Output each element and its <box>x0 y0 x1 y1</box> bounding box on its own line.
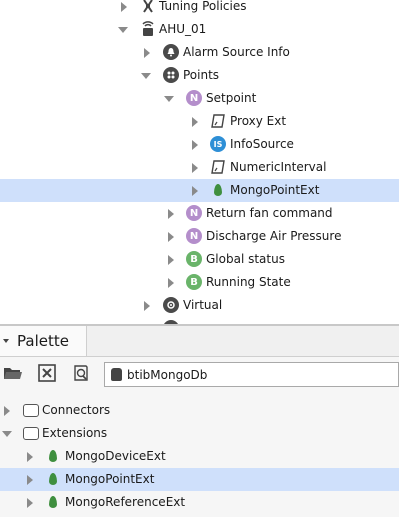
expand-arrow-icon[interactable] <box>144 301 150 311</box>
info-source-icon: IS <box>210 136 226 152</box>
open-folder-icon <box>4 368 22 379</box>
tree-item-return-fan-command[interactable]: N Return fan command <box>0 202 399 225</box>
expand-arrow-icon[interactable] <box>168 255 174 265</box>
tree-item-setpoint[interactable]: N Setpoint <box>0 87 399 110</box>
tree-item-proxy-ext[interactable]: Proxy Ext <box>0 110 399 133</box>
collapse-arrow-icon[interactable] <box>141 73 151 79</box>
expand-arrow-icon[interactable] <box>27 452 33 462</box>
open-palette-button[interactable] <box>3 363 25 385</box>
tree-item-label: Proxy Ext <box>230 114 287 128</box>
refresh-palette-button[interactable] <box>71 363 93 385</box>
palette-tree: Connectors Extensions MongoDeviceExt Mon… <box>0 399 399 517</box>
tree-item-discharge-air-pressure[interactable]: N Discharge Air Pressure <box>0 225 399 248</box>
tree-item-ahu-01[interactable]: AHU_01 <box>0 18 399 41</box>
tree-item-label: Virtual <box>183 298 223 312</box>
tree-item-label: Tuning Policies <box>159 0 247 13</box>
close-icon <box>38 364 56 382</box>
close-palette-button[interactable] <box>37 363 59 385</box>
mongo-leaf-icon <box>45 471 61 487</box>
tree-item-running-state[interactable]: B Running State <box>0 271 399 294</box>
expand-arrow-icon[interactable] <box>192 186 198 196</box>
expand-arrow-icon[interactable] <box>27 498 33 508</box>
expand-arrow-icon[interactable] <box>192 117 198 127</box>
proxy-ext-icon <box>210 113 226 129</box>
expand-arrow-icon[interactable] <box>168 232 174 242</box>
tree-item-label: Discharge Air Pressure <box>206 229 342 243</box>
tab-palette[interactable]: Palette <box>0 326 87 356</box>
tree-item-label: InfoSource <box>230 137 294 151</box>
tree-item-partial <box>0 317 399 324</box>
palette-item-label: Connectors <box>42 403 111 417</box>
tree-item-mongopointext[interactable]: MongoPointExt <box>0 179 399 202</box>
expand-arrow-icon[interactable] <box>192 163 198 173</box>
palette-title: Palette <box>17 332 69 350</box>
tree-item-label: MongoPointExt <box>230 183 320 197</box>
tree-item-global-status[interactable]: B Global status <box>0 248 399 271</box>
tree-item-tuning-policies[interactable]: Tuning Policies <box>0 0 399 18</box>
tree-item-virtual[interactable]: Virtual <box>0 294 399 317</box>
virtual-icon <box>163 297 179 313</box>
tuning-policies-icon <box>140 0 156 14</box>
points-folder-icon <box>163 67 179 83</box>
numeric-point-icon: N <box>186 205 202 221</box>
boolean-point-icon: B <box>186 251 202 267</box>
expand-arrow-icon[interactable] <box>144 48 150 58</box>
palette-header: Palette <box>0 326 399 357</box>
tab-menu-arrow-icon[interactable] <box>3 339 9 343</box>
expand-arrow-icon[interactable] <box>192 140 198 150</box>
palette-module-field[interactable]: btibMongoDb <box>104 362 399 387</box>
palette-item-connectors[interactable]: Connectors <box>0 399 399 422</box>
mongo-leaf-icon <box>210 182 226 198</box>
palette-item-mongodeviceext[interactable]: MongoDeviceExt <box>0 445 399 468</box>
palette-module-name: btibMongoDb <box>127 368 208 382</box>
tree-item-label: AHU_01 <box>159 22 207 36</box>
tree-item-label: Alarm Source Info <box>183 45 290 59</box>
tree-item-numericinterval[interactable]: NumericInterval <box>0 156 399 179</box>
refresh-icon <box>74 365 88 381</box>
nav-tree: Tuning Policies AHU_01 Alarm Source Info… <box>0 0 399 324</box>
collapse-arrow-icon[interactable] <box>2 431 12 437</box>
tree-item-alarm-source-info[interactable]: Alarm Source Info <box>0 41 399 64</box>
collapse-arrow-icon[interactable] <box>164 96 174 102</box>
tree-item-label: Points <box>183 68 220 82</box>
palette-toolbar: btibMongoDb <box>0 357 399 391</box>
mongo-leaf-icon <box>45 494 61 510</box>
palette-item-extensions[interactable]: Extensions <box>0 422 399 445</box>
folder-icon <box>23 425 39 441</box>
collapse-arrow-icon[interactable] <box>118 27 128 33</box>
palette-item-label: MongoReferenceExt <box>65 495 186 509</box>
palette-item-label: MongoPointExt <box>65 472 155 486</box>
expand-arrow-icon[interactable] <box>168 278 174 288</box>
device-icon <box>140 21 156 37</box>
palette-item-label: Extensions <box>42 426 108 440</box>
expand-arrow-icon[interactable] <box>168 209 174 219</box>
folder-icon <box>23 402 39 418</box>
boolean-point-icon: B <box>186 274 202 290</box>
expand-arrow-icon[interactable] <box>27 475 33 485</box>
tree-item-label: Global status <box>206 252 285 266</box>
tree-item-label: NumericInterval <box>230 160 327 174</box>
palette-item-label: MongoDeviceExt <box>65 449 166 463</box>
palette-item-mongoreferenceext[interactable]: MongoReferenceExt <box>0 491 399 514</box>
mongo-leaf-icon <box>45 448 61 464</box>
expand-arrow-icon[interactable] <box>121 2 127 12</box>
palette-item-mongopointext[interactable]: MongoPointExt <box>0 468 399 491</box>
database-icon <box>111 368 122 381</box>
alarm-source-icon <box>163 44 179 60</box>
expand-arrow-icon[interactable] <box>4 406 10 416</box>
tree-item-label: Return fan command <box>206 206 333 220</box>
tree-item-label: Running State <box>206 275 291 289</box>
numeric-point-icon: N <box>186 228 202 244</box>
tree-item-infosource[interactable]: IS InfoSource <box>0 133 399 156</box>
numeric-interval-icon <box>210 159 226 175</box>
tree-item-label: Setpoint <box>206 91 257 105</box>
tree-item-points[interactable]: Points <box>0 64 399 87</box>
numeric-point-icon: N <box>186 90 202 106</box>
palette-pane: Palette btibMongoDb Connectors Extension… <box>0 326 399 517</box>
